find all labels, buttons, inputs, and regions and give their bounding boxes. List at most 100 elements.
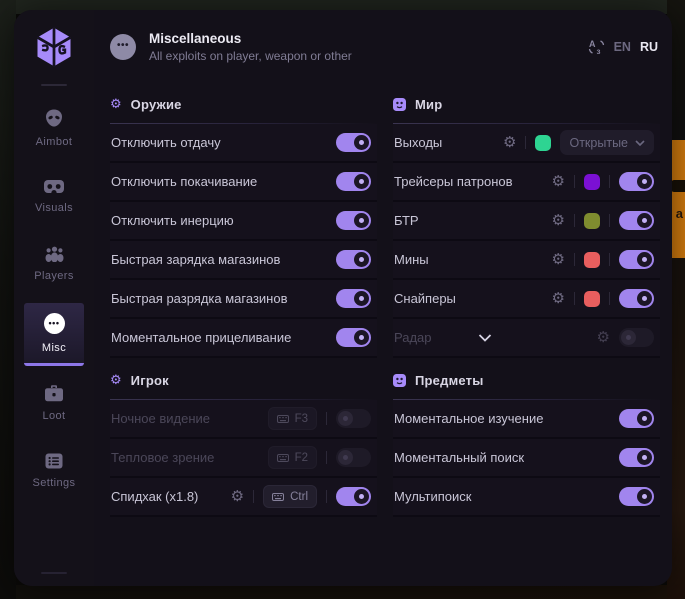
panel-title: Мир	[415, 97, 442, 112]
face-square-icon	[393, 374, 406, 387]
row-night-vision: Ночное видение F3	[110, 400, 377, 439]
backdrop-bottom-strip	[0, 585, 685, 599]
exits-dropdown[interactable]: Открытые	[560, 130, 654, 155]
sidebar-item-label: Misc	[42, 342, 66, 354]
gear-icon: ⚙	[110, 374, 122, 387]
toggle[interactable]	[619, 487, 654, 506]
gear-icon[interactable]: ⚙	[552, 252, 565, 267]
row-instant-loot: Моментальный поиск	[393, 439, 660, 478]
lang-en-button[interactable]: EN	[614, 40, 631, 54]
gear-icon[interactable]: ⚙	[552, 213, 565, 228]
sidebar: Aimbot Visuals Players	[14, 10, 94, 586]
toggle-knob	[637, 291, 652, 306]
briefcase-icon	[44, 385, 64, 402]
right-column: Мир Выходы ⚙ Открытые	[393, 82, 660, 517]
toggle[interactable]	[619, 211, 654, 230]
translate-icon: A з	[588, 39, 605, 55]
keybind-badge[interactable]: Ctrl	[263, 485, 317, 508]
expand-chevron-icon[interactable]	[478, 334, 492, 342]
keyboard-icon	[272, 493, 284, 501]
keybind-badge[interactable]: F3	[268, 407, 317, 430]
row-no-recoil: Отключить отдачу	[110, 124, 377, 163]
keybind-badge[interactable]: F2	[268, 446, 317, 469]
color-swatch[interactable]	[584, 291, 600, 307]
gear-icon[interactable]: ⚙	[597, 330, 610, 345]
sidebar-item-players[interactable]: Players	[24, 235, 84, 291]
toggle[interactable]	[619, 328, 654, 347]
color-swatch[interactable]	[584, 213, 600, 229]
gear-icon[interactable]: ⚙	[231, 489, 244, 504]
gear-icon[interactable]: ⚙	[503, 135, 516, 150]
svg-text:A: A	[589, 39, 596, 49]
row-instant-research: Моментальное изучение	[393, 400, 660, 439]
row-no-inertia: Отключить инерцию	[110, 202, 377, 241]
color-swatch[interactable]	[584, 252, 600, 268]
sidebar-item-aimbot[interactable]: Aimbot	[24, 98, 84, 157]
sidebar-item-misc[interactable]: ••• Misc	[24, 303, 84, 366]
logo	[14, 10, 94, 84]
toggle[interactable]	[336, 211, 371, 230]
row-instant-aim: Моментальное прицеливание	[110, 319, 377, 358]
content: ••• Miscellaneous All exploits on player…	[94, 10, 672, 586]
panel-title: Игрок	[131, 373, 169, 388]
panel-items: Предметы Моментальное изучение Моменталь…	[393, 358, 660, 517]
language-switcher: A з EN RU	[588, 39, 660, 55]
gear-icon[interactable]: ⚙	[552, 291, 565, 306]
toggle[interactable]	[336, 172, 371, 191]
toggle[interactable]	[336, 289, 371, 308]
row-exits: Выходы ⚙ Открытые	[393, 124, 660, 163]
backdrop-orange-mark	[671, 180, 685, 192]
sidebar-item-loot[interactable]: Loot	[24, 375, 84, 431]
toggle-knob	[354, 291, 369, 306]
toggle[interactable]	[619, 250, 654, 269]
toggle[interactable]	[336, 409, 371, 428]
panel-weapon: ⚙ Оружие Отключить отдачу Отключить пока…	[110, 82, 377, 358]
cube-logo-icon	[32, 25, 76, 69]
toggle-knob	[354, 174, 369, 189]
toggle-knob	[354, 489, 369, 504]
toggle[interactable]	[619, 289, 654, 308]
chevron-down-icon	[635, 140, 645, 146]
face-square-icon	[393, 98, 406, 111]
toggle-knob	[338, 411, 353, 426]
sidebar-item-visuals[interactable]: Visuals	[24, 169, 84, 223]
toggle[interactable]	[336, 250, 371, 269]
sidebar-item-label: Loot	[42, 410, 65, 422]
lang-ru-button[interactable]: RU	[640, 40, 658, 54]
toggle[interactable]	[336, 487, 371, 506]
gear-icon[interactable]: ⚙	[552, 174, 565, 189]
row-multi-loot: Мультипоиск	[393, 478, 660, 517]
toggle[interactable]	[619, 409, 654, 428]
toggle-knob	[637, 450, 652, 465]
alien-icon	[44, 108, 64, 128]
toggle[interactable]	[619, 448, 654, 467]
color-swatch[interactable]	[584, 174, 600, 190]
row-snipers: Снайперы ⚙	[393, 280, 660, 319]
gear-icon: ⚙	[110, 98, 122, 111]
toggle[interactable]	[336, 448, 371, 467]
toggle[interactable]	[336, 133, 371, 152]
sidebar-divider	[41, 84, 67, 86]
toggle[interactable]	[619, 172, 654, 191]
toggle[interactable]	[336, 328, 371, 347]
page-subtitle: All exploits on player, weapon or other	[149, 49, 352, 63]
toggle-knob	[354, 252, 369, 267]
toggle-knob	[637, 252, 652, 267]
sidebar-nav: Aimbot Visuals Players	[14, 98, 94, 510]
page-header: ••• Miscellaneous All exploits on player…	[110, 10, 664, 82]
row-btr: БТР ⚙	[393, 202, 660, 241]
row-no-sway: Отключить покачивание	[110, 163, 377, 202]
color-swatch[interactable]	[535, 135, 551, 151]
cheat-menu-window: Aimbot Visuals Players	[14, 10, 672, 586]
toggle-knob	[637, 489, 652, 504]
toggle-knob	[637, 213, 652, 228]
ellipsis-circle-icon: •••	[44, 313, 65, 334]
sidebar-item-settings[interactable]: Settings	[24, 443, 84, 498]
settings-list-icon	[45, 453, 63, 469]
toggle-knob	[354, 330, 369, 345]
toggle-knob	[338, 450, 353, 465]
sidebar-item-label: Aimbot	[36, 136, 73, 148]
row-fast-reload: Быстрая зарядка магазинов	[110, 241, 377, 280]
people-icon	[44, 245, 65, 262]
toggle-knob	[354, 213, 369, 228]
